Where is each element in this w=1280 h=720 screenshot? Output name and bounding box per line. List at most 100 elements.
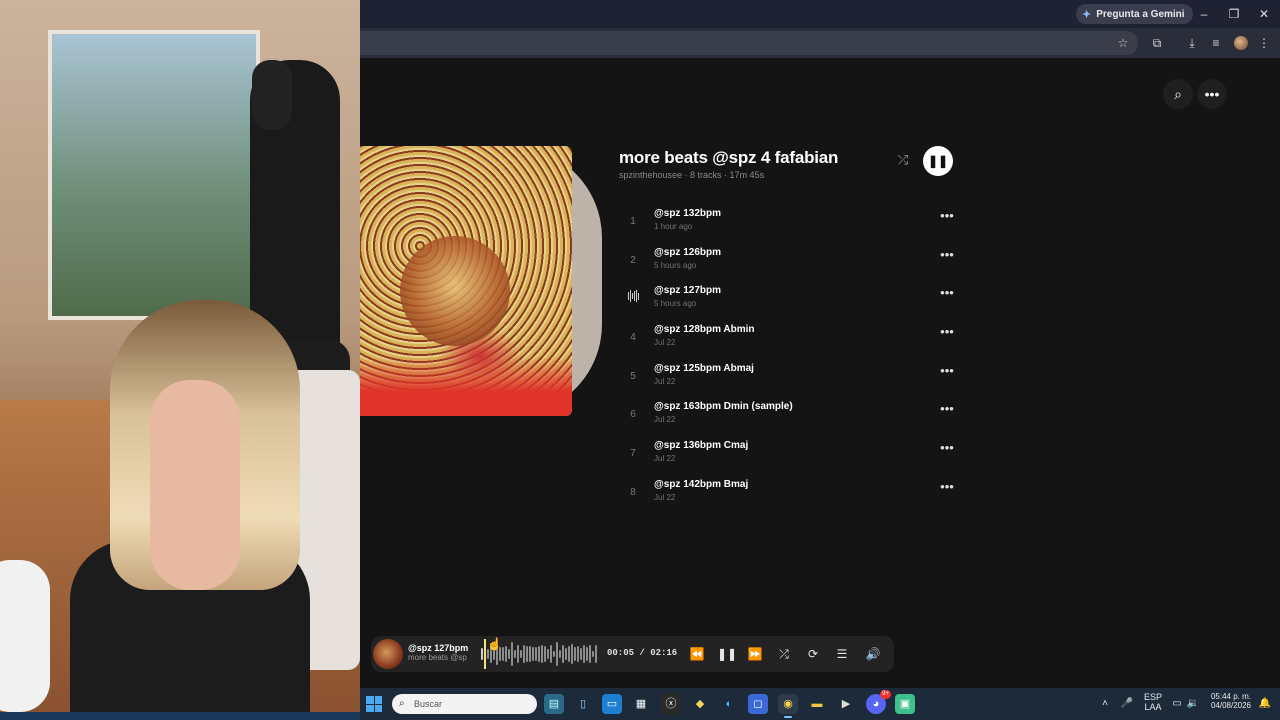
- waveform-bar: [577, 645, 579, 663]
- search-button[interactable]: ⌕: [1163, 79, 1193, 109]
- track-list: 1 @spz 132bpm 1 hour ago ••• 2 @spz 126b…: [626, 206, 956, 516]
- address-bar[interactable]: [360, 31, 1138, 55]
- taskbar-app-icon[interactable]: ◆: [690, 694, 710, 714]
- cover-art-figure: [400, 236, 510, 346]
- taskbar-app-icon[interactable]: ▦: [631, 694, 651, 714]
- taskbar-app-icon[interactable]: ▤: [544, 694, 564, 714]
- waveform-bar: [526, 645, 528, 663]
- track-number: 5: [630, 370, 636, 382]
- playlist-page: ⌕ ••• more beats @spz 4 fafabian spzinth…: [360, 58, 1280, 688]
- track-row[interactable]: 2 @spz 126bpm 5 hours ago •••: [626, 245, 956, 284]
- profile-avatar[interactable]: [1234, 36, 1248, 50]
- restore-icon[interactable]: ❐: [1224, 4, 1244, 24]
- waveform-bar: [535, 646, 537, 662]
- now-playing-playlist[interactable]: more beats @spz 4 fafabian: [408, 653, 467, 662]
- volume-icon[interactable]: 🔊: [864, 645, 882, 663]
- track-row[interactable]: 5 @spz 125bpm Abmaj Jul 22 •••: [626, 361, 956, 400]
- extensions-icon[interactable]: ⧉: [1147, 33, 1167, 53]
- track-row[interactable]: 6 @spz 163bpm Dmin (sample) Jul 22 •••: [626, 399, 956, 438]
- pause-icon[interactable]: ❚❚: [717, 645, 737, 663]
- network-icon[interactable]: ▭: [1170, 696, 1184, 712]
- waveform-bar: [583, 645, 585, 663]
- windows-start-icon[interactable]: [366, 696, 382, 712]
- microphone-icon[interactable]: 🎤: [1120, 696, 1134, 712]
- waveform-bar: [520, 650, 522, 658]
- track-more-icon[interactable]: •••: [938, 209, 956, 226]
- waveform-bar: [529, 645, 531, 663]
- discord-icon[interactable]: ◕ 9+: [866, 690, 891, 714]
- track-more-icon[interactable]: •••: [938, 441, 956, 458]
- browser-toolbar: ☆ ⧉ ⤓ ≡ ⋮: [360, 28, 1280, 58]
- rewind-icon[interactable]: ⏪: [688, 645, 706, 663]
- track-title: @spz 127bpm: [654, 285, 721, 297]
- track-number: 7: [630, 448, 636, 460]
- waveform-bar: [481, 648, 483, 660]
- gemini-sparkle-icon: ✦: [1082, 8, 1092, 21]
- track-row-playing[interactable]: @spz 127bpm 5 hours ago •••: [626, 283, 956, 322]
- waveform-bar: [556, 642, 558, 666]
- now-playing-title[interactable]: @spz 127bpm: [408, 643, 468, 653]
- waveform-bar: [523, 645, 525, 663]
- track-title: @spz 163bpm Dmin (sample): [654, 401, 793, 413]
- xbox-icon[interactable]: ⓧ: [661, 694, 681, 714]
- more-options-button[interactable]: •••: [1197, 79, 1227, 109]
- waveform-bar: [562, 645, 564, 663]
- track-number: 1: [630, 216, 636, 227]
- waveform-bar: [541, 644, 543, 664]
- close-icon[interactable]: ✕: [1254, 4, 1274, 24]
- waveform-bar: [502, 647, 504, 661]
- media-queue-icon[interactable]: ≡: [1206, 33, 1226, 53]
- language-code: ESP: [1143, 692, 1162, 702]
- track-more-icon[interactable]: •••: [938, 480, 956, 497]
- repeat-icon[interactable]: ⟳: [804, 645, 822, 663]
- playlist-title: more beats @spz 4 fafabian: [619, 148, 839, 167]
- fast-forward-icon[interactable]: ⏩: [746, 645, 764, 663]
- file-explorer-icon[interactable]: ▬: [807, 694, 827, 714]
- taskbar-app-icon[interactable]: ▭: [602, 694, 622, 714]
- chrome-icon[interactable]: ◉: [778, 694, 798, 718]
- show-hidden-icons-chevron[interactable]: ˄: [1098, 696, 1112, 712]
- track-number: 2: [630, 254, 636, 266]
- track-row[interactable]: 4 @spz 128bpm Abmin Jul 22 •••: [626, 322, 956, 361]
- track-row[interactable]: 8 @spz 142bpm Bmaj Jul 22 •••: [626, 477, 956, 516]
- screen: ✦ Pregunta a Gemini – ❐ ✕ ☆ ⧉ ⤓ ≡ ⋮ ⌕ ••…: [0, 0, 1280, 720]
- kebab-menu-icon[interactable]: ⋮: [1254, 33, 1274, 53]
- clock[interactable]: 05:44 p. m. 04/08/2026: [1206, 692, 1256, 710]
- taskbar-app-icon[interactable]: ▯: [573, 694, 593, 714]
- waveform-bar: [568, 646, 570, 662]
- gemini-button[interactable]: ✦ Pregunta a Gemini: [1076, 4, 1193, 24]
- pause-button[interactable]: ❚❚: [923, 146, 953, 176]
- shuffle-icon[interactable]: ⤮: [775, 645, 793, 663]
- edge-icon[interactable]: ◐: [719, 694, 739, 714]
- webcam-bottom-strip: [0, 712, 360, 720]
- track-more-icon[interactable]: •••: [938, 402, 956, 419]
- taskbar-app-icon[interactable]: ◻: [748, 694, 768, 714]
- track-row[interactable]: 1 @spz 132bpm 1 hour ago •••: [626, 206, 956, 245]
- now-playing-thumbnail[interactable]: [373, 639, 403, 669]
- waveform-bar: [550, 645, 552, 663]
- track-more-icon[interactable]: •••: [938, 325, 956, 342]
- shuffle-icon[interactable]: ⤮: [893, 150, 913, 170]
- taskbar-app-icon[interactable]: ▣: [895, 694, 915, 714]
- playhead[interactable]: [484, 639, 486, 669]
- waveform-bar: [592, 650, 594, 658]
- track-more-icon[interactable]: •••: [938, 364, 956, 381]
- queue-icon[interactable]: ☰: [833, 645, 851, 663]
- waveform-bar: [571, 643, 573, 665]
- media-player-icon[interactable]: ▶: [836, 694, 856, 714]
- notification-bell-icon[interactable]: 🔔: [1258, 696, 1272, 712]
- track-title: @spz 132bpm: [654, 208, 721, 219]
- track-more-icon[interactable]: •••: [938, 248, 956, 265]
- player-bar: @spz 127bpm more beats @spz 4 fafabian ☝…: [371, 636, 894, 672]
- minimize-icon[interactable]: –: [1194, 4, 1214, 24]
- download-icon[interactable]: ⤓: [1182, 33, 1202, 53]
- now-playing-bars-icon: [626, 289, 640, 303]
- track-more-icon[interactable]: •••: [938, 286, 956, 303]
- star-icon[interactable]: ☆: [1113, 33, 1133, 53]
- track-row[interactable]: 7 @spz 136bpm Cmaj Jul 22 •••: [626, 438, 956, 477]
- gemini-label: Pregunta a Gemini: [1096, 8, 1185, 20]
- track-time: Jul 22: [654, 415, 676, 425]
- language-indicator[interactable]: ESP LAA: [1140, 692, 1166, 712]
- taskbar-search-box[interactable]: ⌕ Buscar: [392, 694, 537, 714]
- volume-tray-icon[interactable]: 🔉: [1186, 696, 1200, 712]
